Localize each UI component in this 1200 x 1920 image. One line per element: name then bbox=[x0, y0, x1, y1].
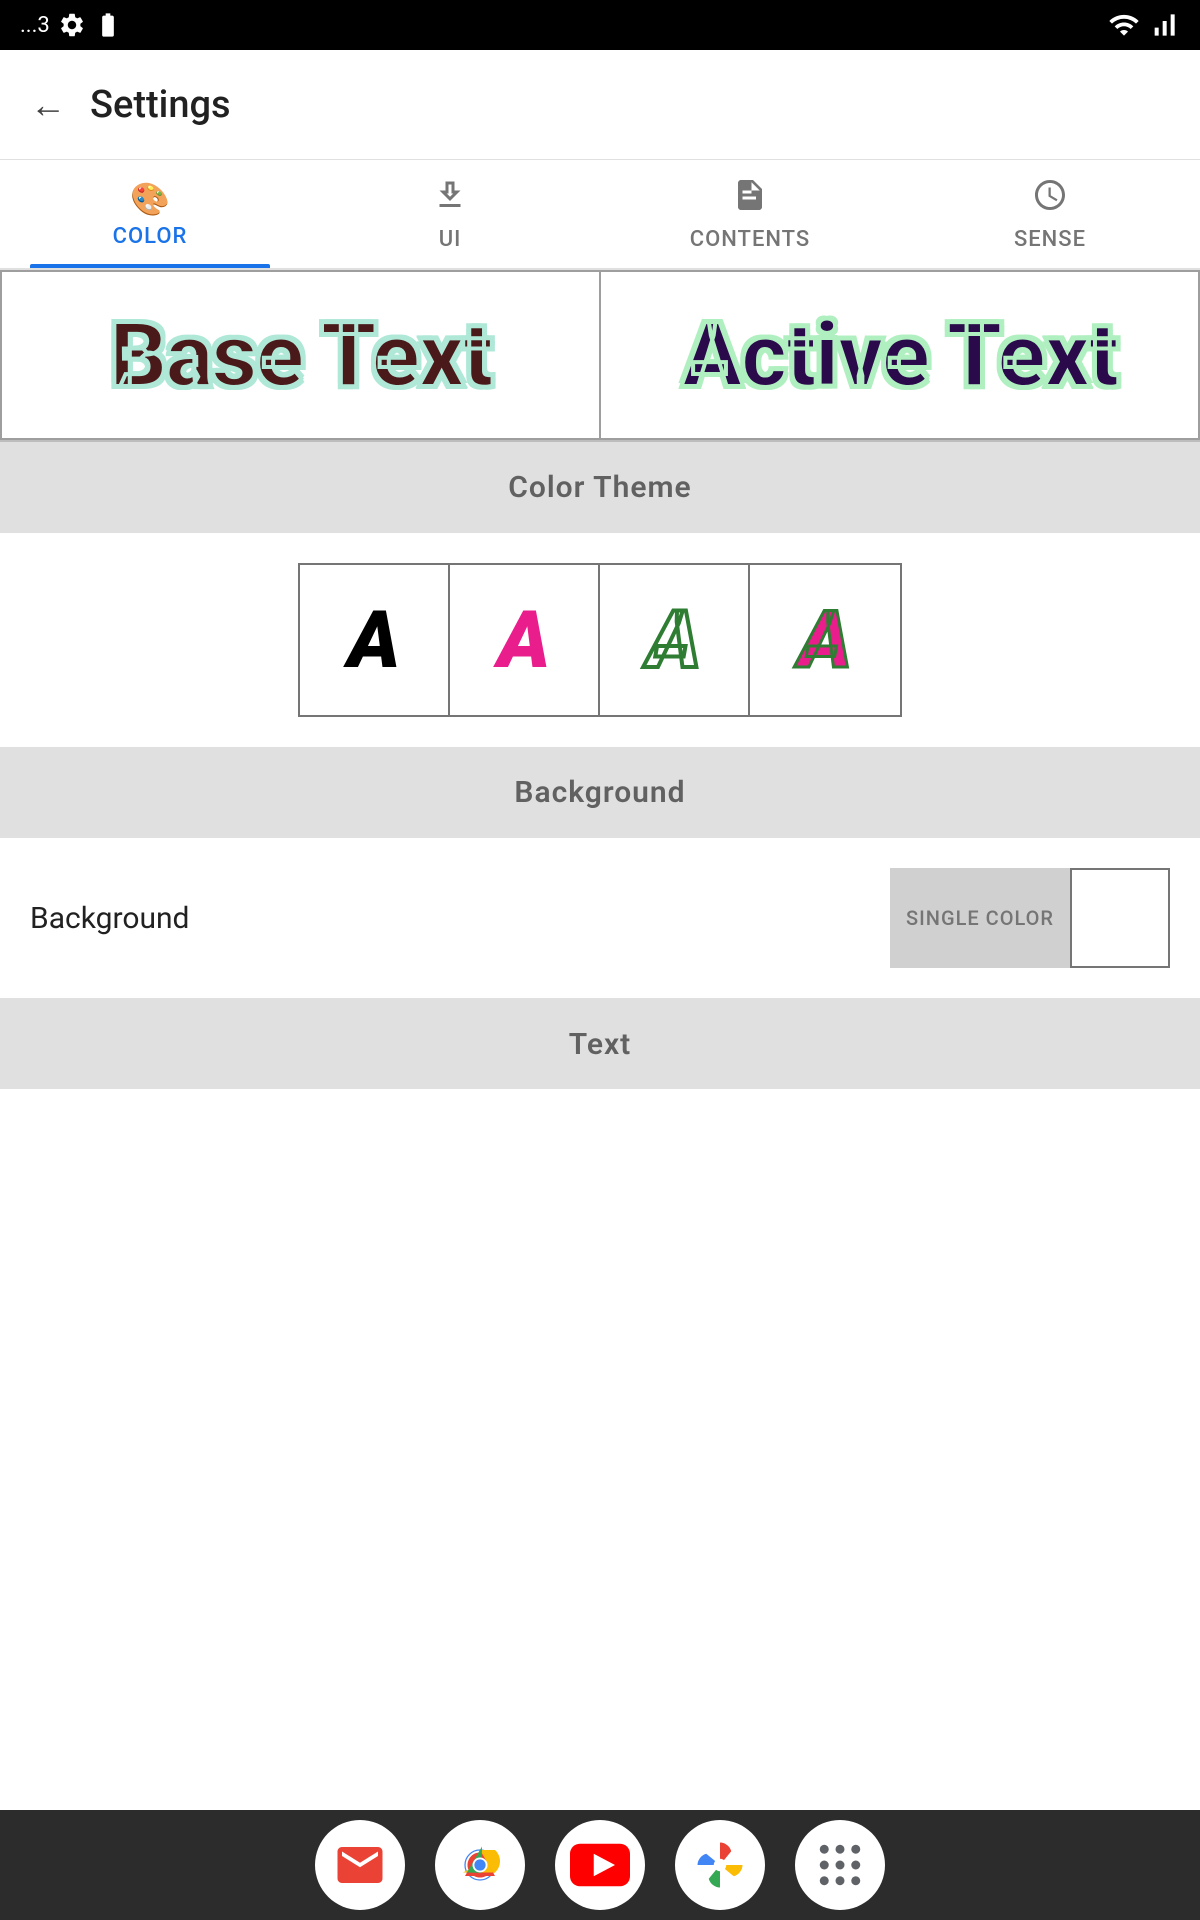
gmail-icon[interactable] bbox=[315, 1820, 405, 1910]
active-text-preview[interactable]: Active Text bbox=[600, 270, 1200, 440]
background-section-header: Background bbox=[0, 747, 1200, 837]
preview-area: Base Text Active Text bbox=[0, 270, 1200, 442]
text-section-label: Text bbox=[569, 1027, 631, 1062]
palette-icon: 🎨 bbox=[130, 180, 170, 218]
tab-sense[interactable]: SENSE bbox=[900, 160, 1200, 268]
single-color-label: SINGLE COLOR bbox=[906, 906, 1054, 930]
status-bar-right bbox=[1108, 9, 1180, 41]
bottom-nav bbox=[0, 1810, 1200, 1920]
battery-icon bbox=[94, 11, 122, 39]
theme-pink-letter: A bbox=[498, 593, 551, 687]
page-title: Settings bbox=[90, 83, 231, 127]
text-section-header: Text bbox=[0, 999, 1200, 1089]
tab-sense-label: SENSE bbox=[1014, 227, 1086, 252]
theme-green-letter: A bbox=[648, 593, 701, 687]
background-row: Background SINGLE COLOR bbox=[0, 838, 1200, 998]
settings-icon bbox=[58, 11, 86, 39]
color-theme-label: Color Theme bbox=[508, 470, 691, 505]
tab-contents[interactable]: CONTENTS bbox=[600, 160, 900, 268]
white-color-option[interactable] bbox=[1070, 868, 1170, 968]
download-box-icon bbox=[432, 177, 468, 221]
theme-option-pink[interactable]: A bbox=[450, 565, 600, 715]
status-bar: ...3 bbox=[0, 0, 1200, 50]
theme-options-group: A A A A bbox=[298, 563, 902, 717]
youtube-icon[interactable] bbox=[555, 1820, 645, 1910]
theme-option-pink-green[interactable]: A bbox=[750, 565, 900, 715]
theme-black-letter: A bbox=[348, 593, 401, 687]
app-bar: ← Settings bbox=[0, 50, 1200, 160]
photos-icon[interactable] bbox=[675, 1820, 765, 1910]
back-button[interactable]: ← bbox=[30, 84, 66, 126]
wifi-icon bbox=[1108, 9, 1140, 41]
base-text-label: Base Text bbox=[109, 303, 491, 408]
tab-ui[interactable]: UI bbox=[300, 160, 600, 268]
tab-color[interactable]: 🎨 COLOR bbox=[0, 160, 300, 268]
document-icon bbox=[732, 177, 768, 221]
base-text-preview[interactable]: Base Text bbox=[0, 270, 600, 440]
apps-icon[interactable] bbox=[795, 1820, 885, 1910]
status-bar-left: ...3 bbox=[20, 11, 122, 39]
background-options: SINGLE COLOR bbox=[890, 868, 1170, 968]
theme-option-black[interactable]: A bbox=[300, 565, 450, 715]
chrome-icon[interactable] bbox=[435, 1820, 525, 1910]
tab-contents-label: CONTENTS bbox=[690, 227, 811, 252]
active-text-label: Active Text bbox=[682, 303, 1118, 408]
bottom-spacer bbox=[0, 1089, 1200, 1199]
single-color-option[interactable]: SINGLE COLOR bbox=[890, 868, 1070, 968]
signal-icon bbox=[1148, 9, 1180, 41]
tab-color-label: COLOR bbox=[113, 224, 188, 249]
theme-option-green-outline[interactable]: A bbox=[600, 565, 750, 715]
background-row-label: Background bbox=[30, 901, 189, 936]
color-theme-section-header: Color Theme bbox=[0, 442, 1200, 532]
tab-bar: 🎨 COLOR UI CONTENTS SENSE bbox=[0, 160, 1200, 270]
clock-icon bbox=[1032, 177, 1068, 221]
status-time: ...3 bbox=[20, 13, 50, 38]
theme-pink-green-letter: A bbox=[799, 593, 852, 687]
color-theme-selector: A A A A bbox=[0, 533, 1200, 747]
background-section-label: Background bbox=[514, 775, 685, 810]
tab-ui-label: UI bbox=[439, 227, 462, 252]
